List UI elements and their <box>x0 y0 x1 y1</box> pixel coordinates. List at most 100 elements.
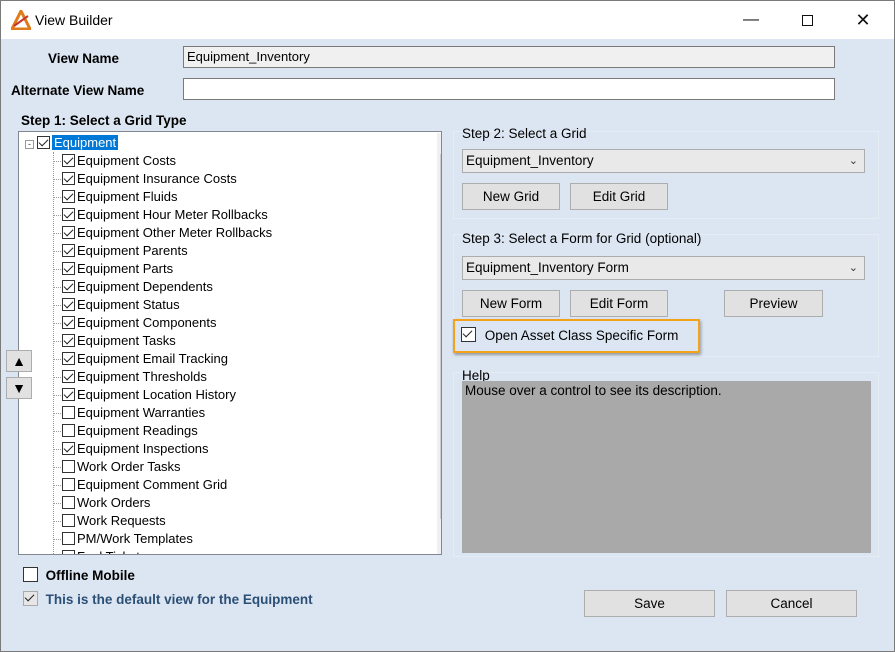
tree-item-checkbox[interactable] <box>62 496 75 509</box>
tree-item-checkbox[interactable] <box>62 352 75 365</box>
default-view-checkbox <box>23 591 38 606</box>
new-grid-button[interactable]: New Grid <box>462 183 560 210</box>
tree-branch-line <box>53 161 61 162</box>
default-view-label: This is the default view for the Equipme… <box>45 592 313 607</box>
tree-item[interactable]: Fuel Ticket <box>62 548 140 554</box>
tree-branch-line <box>53 521 61 522</box>
scroll-up-icon[interactable]: ⌃ <box>437 135 441 153</box>
tree-branch-line <box>53 377 61 378</box>
grid-select[interactable]: Equipment_Inventory ⌄ <box>462 149 865 173</box>
asset-class-label: Open Asset Class Specific Form <box>484 328 679 343</box>
tree-item-checkbox[interactable] <box>62 514 75 527</box>
offline-mobile-row[interactable]: Offline Mobile <box>23 567 135 583</box>
scroll-down-icon[interactable]: ⌄ <box>437 534 441 552</box>
alt-view-name-field[interactable] <box>183 78 835 100</box>
tree-item[interactable]: Equipment Location History <box>62 386 236 404</box>
form-select[interactable]: Equipment_Inventory Form ⌄ <box>462 256 865 280</box>
tree-item[interactable]: Work Order Tasks <box>62 458 181 476</box>
tree-item[interactable]: Equipment Insurance Costs <box>62 170 237 188</box>
title-bar: View Builder — ✕ <box>1 1 894 39</box>
tree-item[interactable]: PM/Work Templates <box>62 530 193 548</box>
tree-item-checkbox[interactable] <box>62 478 75 491</box>
tree-item-checkbox[interactable] <box>62 280 75 293</box>
tree-item-checkbox[interactable] <box>62 388 75 401</box>
tree-branch-line <box>53 179 61 180</box>
tree-item[interactable]: Equipment Parents <box>62 242 188 260</box>
tree-item-checkbox[interactable] <box>62 226 75 239</box>
move-up-button[interactable]: ▲ <box>6 350 32 372</box>
tree-item-checkbox[interactable] <box>62 208 75 221</box>
tree-item-checkbox[interactable] <box>62 406 75 419</box>
tree-item-checkbox[interactable] <box>62 334 75 347</box>
app-icon <box>11 10 31 30</box>
tree-item[interactable]: Equipment Inspections <box>62 440 209 458</box>
tree-item-checkbox[interactable] <box>62 154 75 167</box>
tree-item-label: PM/Work Templates <box>77 531 193 546</box>
grid-type-tree[interactable]: - Equipment Equipment Costs Equipment Insur… <box>18 131 442 555</box>
new-form-button[interactable]: New Form <box>462 290 560 317</box>
tree-item[interactable]: Equipment Fluids <box>62 188 177 206</box>
cancel-button[interactable]: Cancel <box>726 590 857 617</box>
view-builder-window: View Builder — ✕ View Name Equipment_Inv… <box>0 0 895 652</box>
tree-branch-line <box>53 233 61 234</box>
save-button[interactable]: Save <box>584 590 715 617</box>
scroll-thumb[interactable] <box>440 154 441 519</box>
tree-item[interactable]: Equipment Readings <box>62 422 198 440</box>
tree-item[interactable]: Equipment Costs <box>62 152 176 170</box>
tree-item-label: Equipment Other Meter Rollbacks <box>77 225 273 240</box>
asset-class-checkbox[interactable] <box>461 327 476 342</box>
tree-item[interactable]: Equipment Hour Meter Rollbacks <box>62 206 268 224</box>
asset-class-checkbox-row[interactable]: Open Asset Class Specific Form <box>461 327 678 343</box>
tree-item-label: Equipment Components <box>77 315 217 330</box>
tree-item-label: Equipment Comment Grid <box>77 477 228 492</box>
tree-branch-line <box>53 269 61 270</box>
preview-button[interactable]: Preview <box>724 290 823 317</box>
close-icon[interactable]: ✕ <box>840 1 886 39</box>
tree-item[interactable]: Equipment Thresholds <box>62 368 207 386</box>
tree-branch-line <box>53 449 61 450</box>
tree-item-checkbox[interactable] <box>62 244 75 257</box>
tree-scrollbar[interactable]: ⌃ ⌄ <box>437 133 441 554</box>
tree-item-checkbox[interactable] <box>62 172 75 185</box>
tree-root-equipment[interactable]: - Equipment <box>25 134 119 152</box>
tree-item[interactable]: Equipment Components <box>62 314 216 332</box>
maximize-icon[interactable] <box>784 1 830 39</box>
tree-item[interactable]: Work Requests <box>62 512 166 530</box>
tree-item[interactable]: Equipment Status <box>62 296 180 314</box>
tree-branch-line <box>53 395 61 396</box>
tree-item-label: Work Order Tasks <box>77 459 181 474</box>
tree-item[interactable]: Equipment Parts <box>62 260 173 278</box>
step1-label: Step 1: Select a Grid Type <box>21 113 187 128</box>
tree-root-label: Equipment <box>52 135 119 150</box>
tree-item[interactable]: Equipment Other Meter Rollbacks <box>62 224 272 242</box>
tree-item-checkbox[interactable] <box>62 370 75 383</box>
move-down-button[interactable]: ▼ <box>6 377 32 399</box>
tree-root-checkbox[interactable] <box>37 136 50 149</box>
tree-item-checkbox[interactable] <box>62 532 75 545</box>
tree-item-checkbox[interactable] <box>62 460 75 473</box>
minimize-icon[interactable]: — <box>728 1 774 39</box>
tree-connector-line <box>53 152 54 554</box>
offline-mobile-checkbox[interactable] <box>23 567 38 582</box>
tree-branch-line <box>53 485 61 486</box>
tree-item[interactable]: Equipment Comment Grid <box>62 476 227 494</box>
tree-item-checkbox[interactable] <box>62 550 75 554</box>
tree-item-checkbox[interactable] <box>62 190 75 203</box>
collapse-icon[interactable]: - <box>25 140 34 149</box>
tree-item-checkbox[interactable] <box>62 424 75 437</box>
offline-mobile-label: Offline Mobile <box>45 568 135 583</box>
tree-item-label: Equipment Dependents <box>77 279 213 294</box>
tree-item[interactable]: Work Orders <box>62 494 150 512</box>
tree-item-checkbox[interactable] <box>62 298 75 311</box>
tree-item-checkbox[interactable] <box>62 262 75 275</box>
tree-item-checkbox[interactable] <box>62 316 75 329</box>
tree-item[interactable]: Equipment Dependents <box>62 278 213 296</box>
edit-grid-button[interactable]: Edit Grid <box>570 183 668 210</box>
tree-item-checkbox[interactable] <box>62 442 75 455</box>
edit-form-button[interactable]: Edit Form <box>570 290 668 317</box>
tree-item[interactable]: Equipment Tasks <box>62 332 176 350</box>
view-name-field[interactable]: Equipment_Inventory <box>183 46 835 68</box>
tree-item[interactable]: Equipment Email Tracking <box>62 350 228 368</box>
tree-item[interactable]: Equipment Warranties <box>62 404 205 422</box>
tree-branch-line <box>53 467 61 468</box>
